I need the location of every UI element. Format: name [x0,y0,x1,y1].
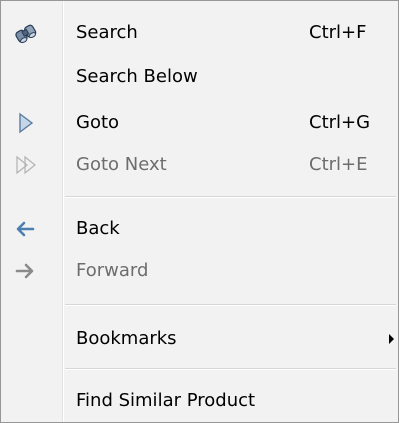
menu-item-search[interactable]: Search Ctrl+F [1,13,398,53]
menu-item-label: Find Similar Product [76,390,256,411]
menu-item-find-similar-product[interactable]: Find Similar Product [1,381,398,421]
menu-item-label: Back [76,218,120,239]
menu-item-search-below[interactable]: Search Below [1,57,398,97]
menu-item-forward[interactable]: Forward [1,251,398,291]
menu-item-label: Search [76,22,138,43]
menu-separator [65,368,396,370]
menu-item-shortcut: Ctrl+G [309,112,371,133]
menu-item-goto[interactable]: Goto Ctrl+G [1,103,398,143]
menu-item-label: Goto Next [76,154,167,175]
menu-separator [65,304,396,306]
menu-item-shortcut: Ctrl+F [309,22,367,43]
arrow-left-icon [13,217,37,241]
menu-item-shortcut: Ctrl+E [309,154,368,175]
menu-item-label: Search Below [76,66,198,87]
double-triangle-icon [13,153,37,177]
submenu-arrow-icon [389,334,394,344]
play-triangle-icon [13,111,37,135]
menu-item-back[interactable]: Back [1,209,398,249]
menu-separator [65,196,396,198]
menu-item-bookmarks[interactable]: Bookmarks [1,319,398,359]
binoculars-icon [13,21,37,45]
arrow-right-icon [13,259,37,283]
menu-item-label: Goto [76,112,120,133]
menu-item-label: Forward [76,260,149,281]
menu-item-label: Bookmarks [76,328,177,349]
context-menu: Search Ctrl+F Search Below Goto Ctrl+G G… [0,0,399,423]
menu-item-goto-next[interactable]: Goto Next Ctrl+E [1,145,398,185]
